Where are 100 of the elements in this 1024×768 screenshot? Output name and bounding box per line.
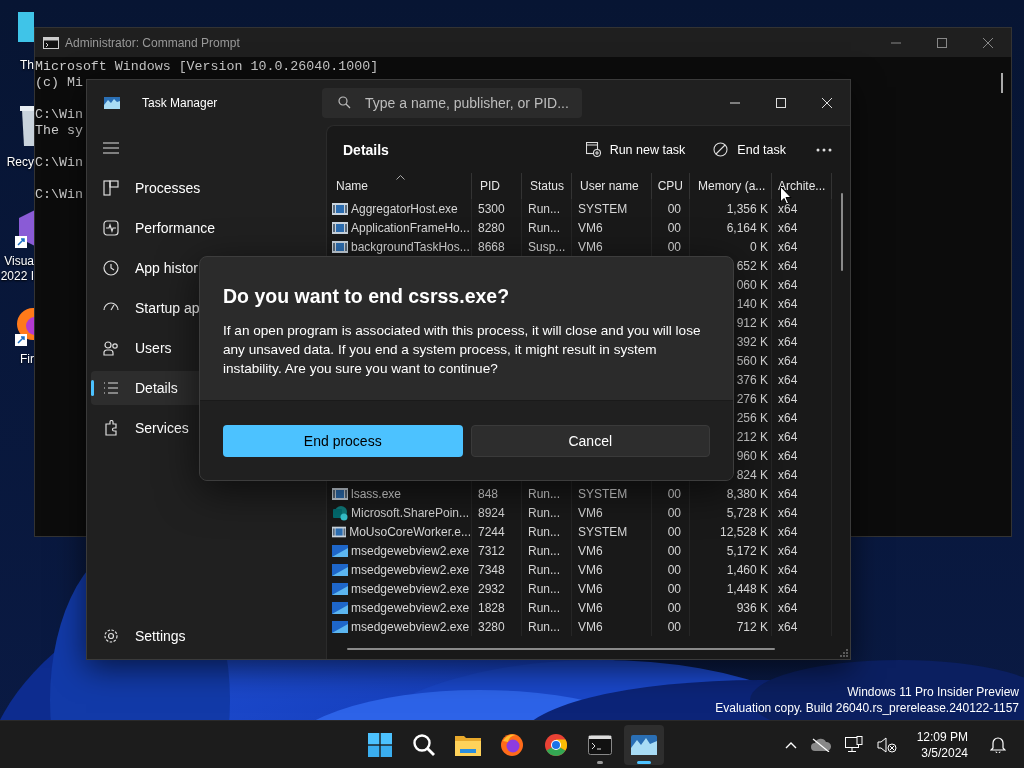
table-cell: AggregatorHost.exe <box>351 201 458 216</box>
table-cell: 5,172 K <box>726 543 768 558</box>
table-cell: Run... <box>528 600 560 615</box>
console-line: C:\Win <box>35 107 83 123</box>
table-cell: 00 <box>667 505 681 520</box>
console-line: C:\Win <box>35 187 83 203</box>
desktop-icon-label: Th <box>20 58 34 73</box>
table-cell: msedgewebview2.exe <box>351 619 470 634</box>
console-line: The sy <box>35 123 83 139</box>
table-cell: VM6 <box>578 581 603 596</box>
table-cell: 212 K <box>736 429 768 444</box>
table-cell: 12,528 K <box>719 524 768 539</box>
table-cell: 8668 <box>478 239 505 254</box>
table-cell: 5,728 K <box>726 505 768 520</box>
table-cell: VM6 <box>578 239 603 254</box>
table-cell: 00 <box>667 562 681 577</box>
table-cell: 912 K <box>736 315 768 330</box>
table-cell: Run... <box>528 581 560 596</box>
table-cell: 652 K <box>736 258 768 273</box>
desktop-icon-label: Visua 2022 I <box>0 254 34 284</box>
table-cell: msedgewebview2.exe <box>351 562 470 577</box>
table-cell: 936 K <box>736 600 768 615</box>
table-cell: 0 K <box>750 239 768 254</box>
table-cell: 256 K <box>736 410 768 425</box>
table-cell: lsass.exe <box>351 486 402 501</box>
table-cell: msedgewebview2.exe <box>351 600 470 615</box>
table-cell: VM6 <box>578 543 603 558</box>
table-cell: 00 <box>667 220 681 235</box>
table-cell: x64 <box>778 334 798 349</box>
table-cell: x64 <box>778 372 798 387</box>
table-cell: x64 <box>778 220 798 235</box>
watermark-text: Windows 11 Pro Insider Preview <box>846 684 1019 700</box>
table-cell: 00 <box>667 543 681 558</box>
table-cell: 060 K <box>736 277 768 292</box>
table-cell: x64 <box>778 562 798 577</box>
table-cell: Microsoft.SharePoin... <box>351 505 470 520</box>
table-cell: x64 <box>778 429 798 444</box>
table-cell: 00 <box>667 486 681 501</box>
console-line: (c) Mi <box>35 75 83 91</box>
table-cell: MoUsoCoreWorker.e... <box>349 524 471 539</box>
table-cell: Run... <box>528 201 560 216</box>
table-cell: x64 <box>778 505 798 520</box>
table-cell: x64 <box>778 600 798 615</box>
table-cell: x64 <box>778 353 798 368</box>
console-line: Microsoft Windows [Version 10.0.26040.1000] <box>35 59 379 75</box>
window-title: Administrator: Command Prompt <box>65 35 240 50</box>
console-line: C:\Win <box>35 155 83 171</box>
table-cell: 560 K <box>736 353 768 368</box>
table-cell: x64 <box>778 201 798 216</box>
table-cell: x64 <box>778 581 798 596</box>
table-cell: Run... <box>528 562 560 577</box>
table-cell: VM6 <box>578 220 603 235</box>
table-cell: 00 <box>667 524 681 539</box>
page-title: Details <box>343 141 389 158</box>
table-cell: Run... <box>528 543 560 558</box>
table-cell: ApplicationFrameHo... <box>351 220 470 235</box>
table-cell: x64 <box>778 467 798 482</box>
table-cell: x64 <box>778 391 798 406</box>
table-cell: x64 <box>778 543 798 558</box>
table-cell: x64 <box>778 258 798 273</box>
table-cell: Run... <box>528 486 560 501</box>
table-cell: x64 <box>778 277 798 292</box>
window-title: Task Manager <box>142 95 219 110</box>
table-cell: 6,164 K <box>726 220 768 235</box>
table-cell: Run... <box>528 220 560 235</box>
table-cell: Susp... <box>528 239 566 254</box>
table-cell: 376 K <box>736 372 768 387</box>
table-cell: 1,356 K <box>726 201 768 216</box>
table-cell: x64 <box>778 486 798 501</box>
table-cell: 8924 <box>478 505 505 520</box>
table-cell: VM6 <box>578 505 603 520</box>
table-cell: 848 <box>478 486 499 501</box>
table-cell: VM6 <box>578 562 603 577</box>
table-cell: SYSTEM <box>578 524 628 539</box>
table-cell: 7244 <box>478 524 505 539</box>
watermark-text: Evaluation copy. Build 26040.rs_prerelease.240122-1157 <box>715 700 1019 716</box>
table-cell: 712 K <box>736 619 768 634</box>
table-cell: 00 <box>667 619 681 634</box>
table-cell: msedgewebview2.exe <box>351 543 470 558</box>
table-cell: 140 K <box>736 296 768 311</box>
table-cell: 3280 <box>478 619 505 634</box>
table-cell: 00 <box>667 600 681 615</box>
dialog-message: If an open program is associated with this process, it will close and you will lose any unsaved data. If you end a system process, it might result in system instability. Are you sure you want to continue? <box>223 322 702 378</box>
table-cell: 1,448 K <box>726 581 768 596</box>
table-cell: Run... <box>528 619 560 634</box>
table-cell: x64 <box>778 410 798 425</box>
table-cell: VM6 <box>578 600 603 615</box>
table-cell: SYSTEM <box>578 486 628 501</box>
table-cell: 7348 <box>478 562 505 577</box>
table-cell: x64 <box>778 296 798 311</box>
table-cell: 8280 <box>478 220 505 235</box>
table-cell: x64 <box>778 448 798 463</box>
table-cell: 2932 <box>478 581 505 596</box>
table-cell: 5300 <box>478 201 505 216</box>
table-cell: Run... <box>528 505 560 520</box>
table-cell: 00 <box>667 239 681 254</box>
desktop-icon-label: Recy <box>6 155 34 170</box>
table-cell: backgroundTaskHos... <box>351 239 470 254</box>
table-cell: msedgewebview2.exe <box>351 581 470 596</box>
table-cell: VM6 <box>578 619 603 634</box>
